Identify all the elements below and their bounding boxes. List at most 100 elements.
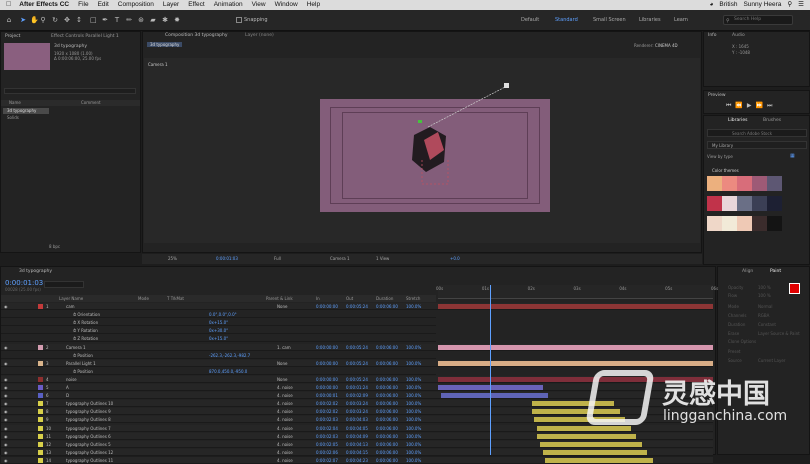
layer-duration-bar[interactable] [545,457,653,463]
color-theme-swatch[interactable] [707,176,782,191]
zoom-tool-icon[interactable]: ⚲ [40,16,46,24]
list-icon[interactable]: ☰ [798,0,804,10]
parent-dropdown[interactable]: 4. noise [277,400,293,407]
y-axis-handle-icon[interactable] [418,120,422,123]
list-item[interactable]: Solids [3,115,49,121]
label-color-swatch[interactable] [38,425,43,431]
property-row[interactable]: ⏱ Y Rotation 0x+30.0° [1,327,436,335]
label-color-swatch[interactable] [38,417,43,423]
visibility-eye-icon[interactable]: ◉ [4,441,8,448]
eraser-tool-icon[interactable]: ▰ [150,16,156,24]
mode-header[interactable]: Mode [138,295,149,302]
menu-view[interactable]: View [252,0,266,10]
menu-help[interactable]: Help [307,0,320,10]
current-timecode[interactable]: 0:00:01:03 [5,279,43,287]
view-by-dropdown[interactable]: View by type [707,154,733,159]
table-row[interactable]: ◉ 1 cam None 0:00:00:00 0:00:05:24 0:00:06:00 1… [1,303,713,310]
tab-info[interactable]: Info [708,33,717,38]
visibility-eye-icon[interactable]: ◉ [4,384,8,391]
property-row[interactable]: ⏱ Position -262.3,-262.3,-982.7 [1,352,436,359]
label-color-swatch[interactable] [38,433,43,439]
visibility-eye-icon[interactable]: ◉ [4,376,8,383]
workspace-small-screen[interactable]: Small Screen [593,17,626,23]
table-row[interactable]: ◉ 10 typography Outlines 7 4. noise 0:00:02:… [1,424,713,432]
apple-icon[interactable]:  [6,0,11,10]
layer-duration-bar[interactable] [438,360,713,366]
list-item[interactable]: 3d typography [3,108,49,114]
rectangle-tool-icon[interactable]: □ [90,16,97,24]
visibility-eye-icon[interactable]: ◉ [4,360,8,367]
playback-controls[interactable]: ⏮⏪▶⏩⏭ [726,102,776,110]
layer-duration-bar[interactable] [542,449,647,455]
input-source[interactable]: British [719,0,737,10]
table-row[interactable]: ◉ 14 typography Outlines 11 4. noise 0:00:02… [1,456,713,464]
parent-dropdown[interactable]: None [277,303,287,310]
workspace-default[interactable]: Default [521,17,539,23]
views-dropdown[interactable]: 1 View [376,254,389,264]
user-name[interactable]: Sunny Heera [743,0,781,10]
visibility-eye-icon[interactable]: ◉ [4,400,8,407]
parent-dropdown[interactable]: 4. noise [277,384,293,391]
selection-tool-icon[interactable]: ➤ [20,16,26,24]
workspace-libraries[interactable]: Libraries [639,17,661,23]
home-icon[interactable]: ⌂ [6,16,12,24]
visibility-eye-icon[interactable]: ◉ [4,433,8,440]
foreground-color-swatch[interactable] [789,283,800,294]
color-theme-swatch[interactable] [707,216,782,231]
dolly-tool-icon[interactable]: ↕ [76,16,82,24]
visibility-eye-icon[interactable]: ◉ [4,416,8,423]
label-color-swatch[interactable] [38,304,43,309]
parent-dropdown[interactable]: 4. noise [277,416,293,423]
breadcrumb[interactable]: 3d typography [147,42,183,47]
layer-duration-bar[interactable] [537,433,636,439]
in-header[interactable]: In [316,295,320,302]
type-tool-icon[interactable]: T [114,16,120,24]
pan-tool-icon[interactable]: ✥ [64,16,70,24]
light-icon[interactable] [504,83,509,88]
label-color-swatch[interactable] [38,457,43,463]
menu-effect[interactable]: Effect [188,0,205,10]
label-color-swatch[interactable] [38,393,43,399]
out-header[interactable]: Out [346,295,353,302]
resolution-dropdown[interactable]: Full [274,254,281,264]
property-row[interactable]: ⏱ Z Rotation 0x+15.0° [1,335,436,343]
layer-duration-bar[interactable] [438,344,713,350]
wifi-icon[interactable]: ◕ [709,0,713,10]
tab-brushes[interactable]: Brushes [763,118,781,123]
color-themes-label[interactable]: Color themes [712,168,739,173]
library-search-input[interactable]: Search Adobe Stock [707,129,807,137]
layer-name-header[interactable]: Layer Name [59,295,83,302]
tab-libraries[interactable]: Libraries [728,118,747,123]
visibility-eye-icon[interactable]: ◉ [4,457,8,464]
comment-column-header[interactable]: Comment [81,100,101,105]
snapping-checkbox[interactable] [236,17,242,23]
time-ruler[interactable]: 00s 01s 02s 03s 04s 05s 06s [436,285,718,299]
search-icon[interactable]: ⚲ [787,0,792,10]
workspace-standard[interactable]: Standard [555,17,578,23]
parent-dropdown[interactable]: 4. noise [277,457,293,464]
table-row[interactable]: ◉ 12 typography Outlines 5 4. noise 0:00:02:… [1,440,713,448]
visibility-eye-icon[interactable]: ◉ [4,392,8,399]
visibility-eye-icon[interactable]: ◉ [4,425,8,432]
puppet-tool-icon[interactable]: ✸ [174,16,180,24]
property-row[interactable]: ⏱ Position 870.0,450.0,-950.0 [1,368,436,375]
property-row[interactable]: ⏱ Orientation 0.0°,0.0°,0.0° [1,311,436,319]
layer-duration-bar[interactable] [539,441,642,447]
tab-project[interactable]: Project [5,34,20,39]
tab-effect-controls[interactable]: Effect Controls Parallel Light 1 [51,34,119,39]
grid-view-icon[interactable]: ▦ [790,153,795,159]
duration-header[interactable]: Duration [376,295,393,302]
visibility-eye-icon[interactable]: ◉ [4,344,8,351]
tab-preview[interactable]: Preview [708,93,726,98]
workspace-learn[interactable]: Learn [674,17,688,23]
parent-dropdown[interactable]: 4. noise [277,433,293,440]
visibility-eye-icon[interactable]: ◉ [4,408,8,415]
project-search-input[interactable] [4,88,136,94]
tab-layer[interactable]: Layer (none) [245,33,274,38]
label-color-swatch[interactable] [38,409,43,415]
layer-duration-bar[interactable] [440,393,548,399]
color-theme-swatch[interactable] [707,196,782,211]
parent-dropdown[interactable]: 1. cam [277,344,291,351]
tab-timeline[interactable]: 3d typography [19,269,52,274]
bit-depth-label[interactable]: 8 bpc [49,244,60,249]
